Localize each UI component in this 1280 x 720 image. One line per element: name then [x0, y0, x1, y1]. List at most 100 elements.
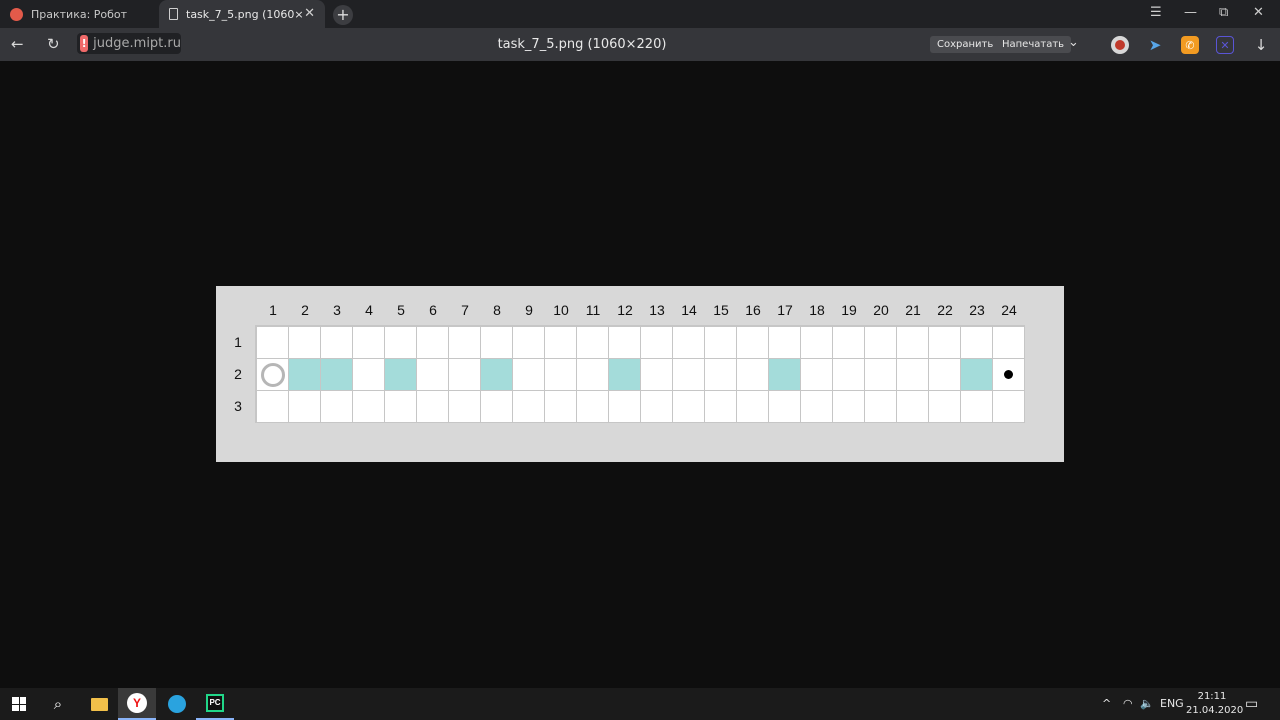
field-cell [833, 391, 864, 422]
field-cell [673, 359, 704, 390]
column-number: 3 [333, 302, 341, 318]
field-cell [641, 327, 672, 358]
column-number: 20 [873, 302, 889, 318]
language-indicator[interactable]: ENG [1160, 697, 1184, 710]
tray-chevron-icon[interactable]: ^ [1102, 697, 1111, 710]
system-clock[interactable]: 21:11 21.04.2020 [1186, 690, 1244, 718]
clock-date: 21.04.2020 [1186, 705, 1244, 716]
field-cell [513, 327, 544, 358]
robot-field-grid [255, 325, 1025, 423]
field-cell [833, 327, 864, 358]
download-icon[interactable]: ↓ [1252, 36, 1270, 54]
field-cell [385, 327, 416, 358]
field-cell [513, 359, 544, 390]
field-cell [769, 391, 800, 422]
field-cell [641, 359, 672, 390]
close-window-icon[interactable]: ✕ [1253, 5, 1264, 20]
painted-cell [481, 359, 512, 390]
pycharm-button[interactable]: PC [196, 688, 234, 720]
field-cell [353, 327, 384, 358]
yandex-browser-button[interactable]: Y [118, 688, 156, 720]
search-icon[interactable]: ⌕ [40, 688, 76, 720]
field-cell [417, 327, 448, 358]
field-cell [961, 327, 992, 358]
field-cell [897, 359, 928, 390]
start-button[interactable] [0, 688, 38, 720]
field-cell [449, 391, 480, 422]
field-cell [577, 391, 608, 422]
yandex-icon: Y [127, 693, 147, 713]
field-cell [321, 391, 352, 422]
painted-cell [289, 359, 320, 390]
field-cell [897, 327, 928, 358]
tab-task-image[interactable]: task_7_5.png (1060×220) ✕ [159, 0, 325, 28]
tab-robot-practice[interactable]: Практика: Робот [0, 0, 158, 28]
column-number: 1 [269, 302, 277, 318]
field-cell [993, 327, 1024, 358]
site-favicon-icon [10, 7, 23, 21]
field-cell [577, 327, 608, 358]
save-button[interactable]: Сохранить [930, 36, 1001, 53]
minimize-icon[interactable]: — [1184, 5, 1197, 20]
tab-title: Практика: Робот [31, 7, 128, 21]
extension-avatar-icon[interactable] [1111, 36, 1129, 54]
telegram-icon [168, 695, 186, 713]
send-icon[interactable]: ➤ [1146, 36, 1164, 54]
painted-cell [769, 359, 800, 390]
restore-icon[interactable]: ⧉ [1219, 5, 1228, 20]
field-cell [481, 391, 512, 422]
column-number: 10 [553, 302, 569, 318]
chevron-down-icon[interactable]: ⌄ [1068, 35, 1079, 50]
field-cell [609, 327, 640, 358]
file-icon [169, 8, 178, 20]
tab-title: task_7_5.png (1060×220) [186, 7, 304, 21]
new-tab-button[interactable]: + [333, 5, 353, 25]
column-number: 23 [969, 302, 985, 318]
field-cell [353, 359, 384, 390]
field-cell [513, 391, 544, 422]
pycharm-icon: PC [206, 694, 224, 712]
volume-icon[interactable]: 🔈 [1140, 697, 1154, 710]
field-cell [865, 327, 896, 358]
field-cell [801, 359, 832, 390]
field-cell [897, 391, 928, 422]
field-cell [929, 391, 960, 422]
field-cell [257, 391, 288, 422]
column-number: 21 [905, 302, 921, 318]
field-cell [609, 391, 640, 422]
chat-icon[interactable]: ✆ [1181, 36, 1199, 54]
folder-icon [90, 697, 108, 711]
menu-icon[interactable]: ☰ [1150, 5, 1162, 20]
column-number: 5 [397, 302, 405, 318]
field-cell [577, 359, 608, 390]
column-number: 14 [681, 302, 697, 318]
field-cell [673, 327, 704, 358]
field-cell [769, 327, 800, 358]
clock-time: 21:11 [1197, 691, 1227, 702]
field-cell [673, 391, 704, 422]
field-cell [257, 327, 288, 358]
field-cell [737, 391, 768, 422]
field-cell [353, 391, 384, 422]
field-cell [321, 327, 352, 358]
extension-box-icon[interactable]: ✕ [1216, 36, 1234, 54]
column-number: 2 [301, 302, 309, 318]
field-cell [737, 359, 768, 390]
notification-icon[interactable]: ▭ [1245, 696, 1258, 712]
wifi-icon[interactable]: ◠ [1123, 697, 1133, 710]
column-number: 19 [841, 302, 857, 318]
file-explorer-button[interactable] [80, 688, 118, 720]
painted-cell [609, 359, 640, 390]
column-number: 17 [777, 302, 793, 318]
field-cell [801, 391, 832, 422]
tab-bar: Практика: Робот task_7_5.png (1060×220) … [0, 0, 1280, 28]
painted-cell [321, 359, 352, 390]
tab-close-icon[interactable]: ✕ [304, 6, 315, 21]
field-cell [481, 327, 512, 358]
field-cell [417, 359, 448, 390]
column-number: 18 [809, 302, 825, 318]
column-number: 4 [365, 302, 373, 318]
print-button[interactable]: Напечатать [995, 36, 1072, 53]
telegram-button[interactable] [158, 688, 196, 720]
column-number: 22 [937, 302, 953, 318]
